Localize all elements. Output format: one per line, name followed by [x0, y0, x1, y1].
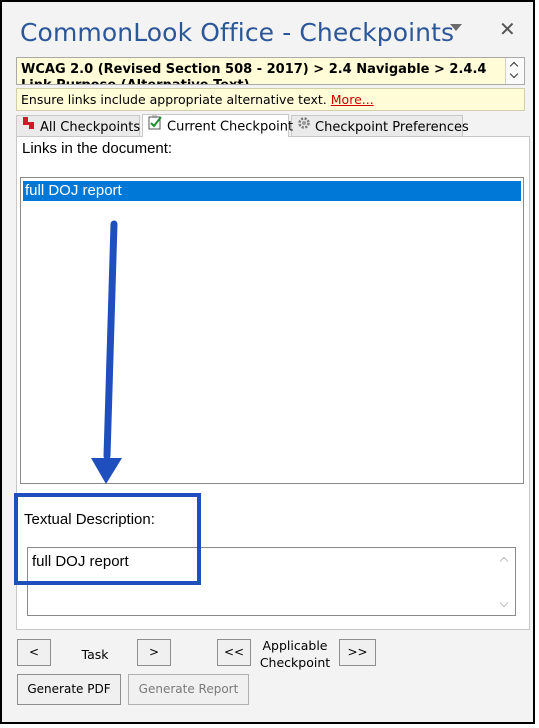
tab-checkpoint-preferences[interactable]: Checkpoint Preferences [291, 115, 469, 137]
links-label: Links in the document: [22, 140, 173, 157]
generate-report-button[interactable]: Generate Report [128, 674, 249, 705]
checkpoint-prev-button[interactable]: << [217, 639, 251, 666]
task-label: Task [81, 647, 109, 662]
textual-description-value: full DOJ report [32, 553, 129, 570]
textual-description-field[interactable]: full DOJ report [27, 547, 516, 616]
applicable-checkpoint-label: Applicable Checkpoint [255, 637, 335, 671]
path-scrollbar[interactable] [505, 58, 524, 84]
scroll-up-icon[interactable] [499, 556, 509, 566]
textarea-scrollbar[interactable] [497, 550, 513, 613]
annotation-arrow-icon [91, 220, 122, 484]
tab-current-checkpoint[interactable]: Current Checkpoint [142, 114, 293, 137]
applicable-label-line2: Checkpoint [259, 655, 331, 670]
chevron-down-icon[interactable] [450, 24, 462, 31]
task-next-button[interactable]: > [137, 639, 171, 666]
scroll-down-icon[interactable] [509, 69, 519, 79]
tab-label: All Checkpoints [40, 120, 141, 135]
tab-all-checkpoints[interactable]: All Checkpoints [16, 115, 140, 136]
tab-label: Checkpoint Preferences [315, 120, 469, 135]
checkpoint-description: Ensure links include appropriate alterna… [16, 88, 525, 111]
applicable-label-line1: Applicable [262, 638, 328, 653]
scroll-down-icon[interactable] [499, 598, 509, 608]
close-icon[interactable]: ✕ [499, 17, 516, 41]
gear-icon [297, 116, 311, 137]
checkpoint-path-text: WCAG 2.0 (Revised Section 508 - 2017) > … [21, 62, 487, 84]
description-text: Ensure links include appropriate alterna… [21, 92, 327, 107]
tab-label: Current Checkpoint [167, 119, 294, 135]
generate-pdf-button[interactable]: Generate PDF [17, 674, 121, 705]
window-title: CommonLook Office - Checkpoints [20, 18, 455, 47]
checklist-icon [148, 115, 163, 137]
panel-window: CommonLook Office - Checkpoints ✕ WCAG 2… [0, 0, 535, 724]
red-flag-icon [22, 116, 36, 137]
checkpoint-next-button[interactable]: >> [339, 639, 376, 666]
list-item[interactable]: full DOJ report [23, 181, 521, 201]
checkpoint-path-box: WCAG 2.0 (Revised Section 508 - 2017) > … [16, 57, 525, 85]
task-prev-button[interactable]: < [17, 639, 51, 666]
more-link[interactable]: More... [331, 92, 374, 107]
textual-description-label: Textual Description: [24, 511, 155, 528]
